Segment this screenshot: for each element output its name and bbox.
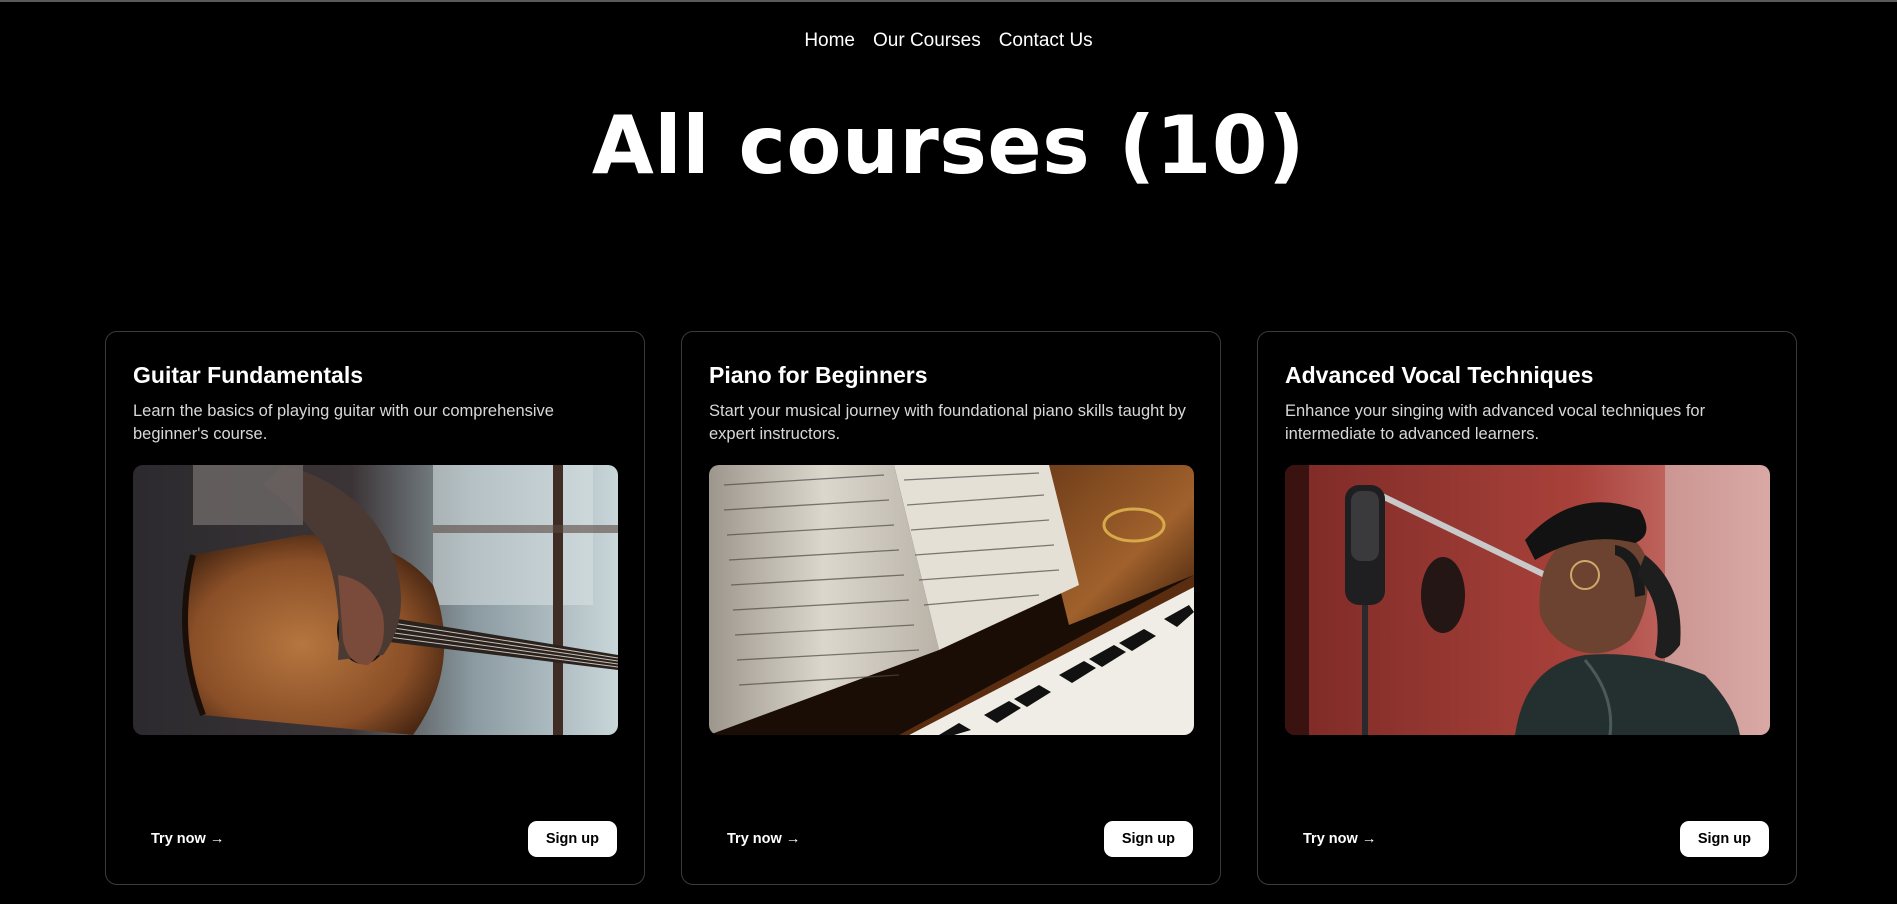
main-nav: Home Our Courses Contact Us: [0, 30, 1897, 52]
try-now-button[interactable]: Try now →: [1285, 823, 1394, 855]
try-now-button[interactable]: Try now →: [133, 823, 242, 855]
page-title: All courses (10): [591, 99, 1306, 192]
course-list: Guitar Fundamentals Learn the basics of …: [105, 331, 1797, 885]
course-description: Learn the basics of playing guitar with …: [133, 402, 554, 443]
vocal-photo: [1285, 465, 1770, 735]
course-description: Start your musical journey with foundati…: [709, 402, 1186, 443]
nav-courses-link[interactable]: Our Courses: [873, 30, 981, 52]
try-now-button[interactable]: Try now →: [709, 823, 818, 855]
sign-up-button[interactable]: Sign up: [527, 821, 617, 857]
card-actions: Try now → Sign up: [709, 821, 1193, 857]
nav-home-link[interactable]: Home: [804, 30, 855, 52]
course-card-vocal: Advanced Vocal Techniques Enhance your s…: [1257, 331, 1797, 885]
course-description: Enhance your singing with advanced vocal…: [1285, 402, 1706, 443]
course-card-piano: Piano for Beginners Start your musical j…: [681, 331, 1221, 885]
guitar-photo: [133, 465, 618, 735]
piano-photo: [709, 465, 1194, 735]
sign-up-button[interactable]: Sign up: [1679, 821, 1769, 857]
card-actions: Try now → Sign up: [1285, 821, 1769, 857]
nav-contact-link[interactable]: Contact Us: [999, 30, 1093, 52]
course-title: Guitar Fundamentals: [133, 362, 364, 388]
course-title: Piano for Beginners: [709, 362, 928, 388]
window-top-border: [0, 0, 1897, 2]
card-actions: Try now → Sign up: [133, 821, 617, 857]
sign-up-button[interactable]: Sign up: [1103, 821, 1193, 857]
course-title: Advanced Vocal Techniques: [1285, 362, 1594, 388]
course-card-guitar: Guitar Fundamentals Learn the basics of …: [105, 331, 645, 885]
